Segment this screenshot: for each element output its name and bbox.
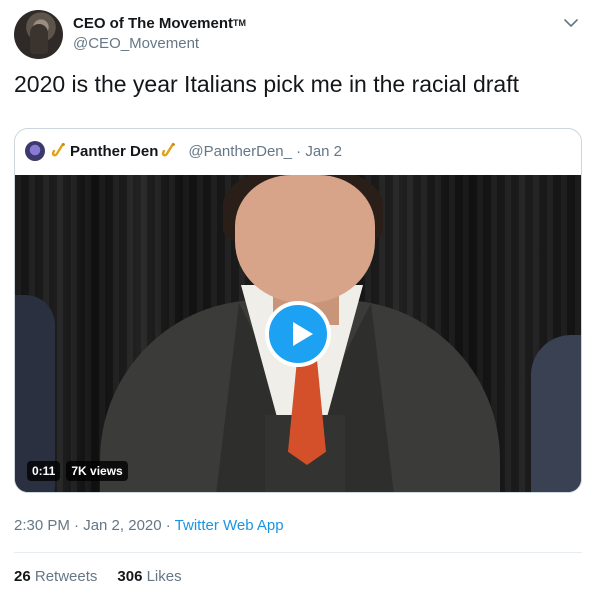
author-handle[interactable]: @CEO_Movement bbox=[73, 34, 246, 54]
chevron-down-icon[interactable] bbox=[562, 14, 580, 32]
tweet-stats: 26 Retweets 306 Likes bbox=[14, 568, 182, 585]
tweet-text: 2020 is the year Italians pick me in the… bbox=[14, 71, 519, 97]
likes-stat[interactable]: 306 Likes bbox=[117, 568, 181, 585]
quoted-tweet-header: Panther Den @PantherDen_ · Jan 2 bbox=[25, 141, 342, 161]
video-player[interactable]: 0:11 7K views bbox=[15, 175, 581, 492]
author-names[interactable]: CEO of The MovementTM @CEO_Movement bbox=[73, 14, 246, 54]
tweet-header: CEO of The MovementTM @CEO_Movement bbox=[14, 10, 580, 60]
quoted-tweet[interactable]: Panther Den @PantherDen_ · Jan 2 0:11 7K… bbox=[14, 128, 582, 493]
quoted-avatar bbox=[25, 141, 45, 161]
avatar[interactable] bbox=[14, 10, 63, 59]
tweet-timestamp[interactable]: 2:30 PM · Jan 2, 2020 bbox=[14, 517, 162, 534]
retweets-stat[interactable]: 26 Retweets bbox=[14, 568, 97, 585]
video-views: 7K views bbox=[66, 461, 128, 481]
video-meta: 0:11 7K views bbox=[27, 461, 128, 481]
quoted-display-name: Panther Den bbox=[70, 142, 159, 160]
play-button[interactable] bbox=[265, 301, 331, 367]
tweet-source-link[interactable]: Twitter Web App bbox=[175, 517, 284, 534]
tweet-timestamp-line: 2:30 PM · Jan 2, 2020 · Twitter Web App bbox=[14, 517, 284, 534]
author-display-name[interactable]: CEO of The MovementTM bbox=[73, 14, 246, 34]
video-duration: 0:11 bbox=[27, 461, 61, 481]
trademark-mark: TM bbox=[233, 18, 247, 28]
divider bbox=[14, 552, 582, 553]
saxophone-icon bbox=[162, 142, 176, 157]
quoted-handle: @PantherDen_ · Jan 2 bbox=[188, 142, 343, 160]
tweet: CEO of The MovementTM @CEO_Movement 2020… bbox=[0, 0, 593, 602]
play-icon bbox=[293, 322, 313, 346]
saxophone-icon bbox=[51, 142, 65, 157]
